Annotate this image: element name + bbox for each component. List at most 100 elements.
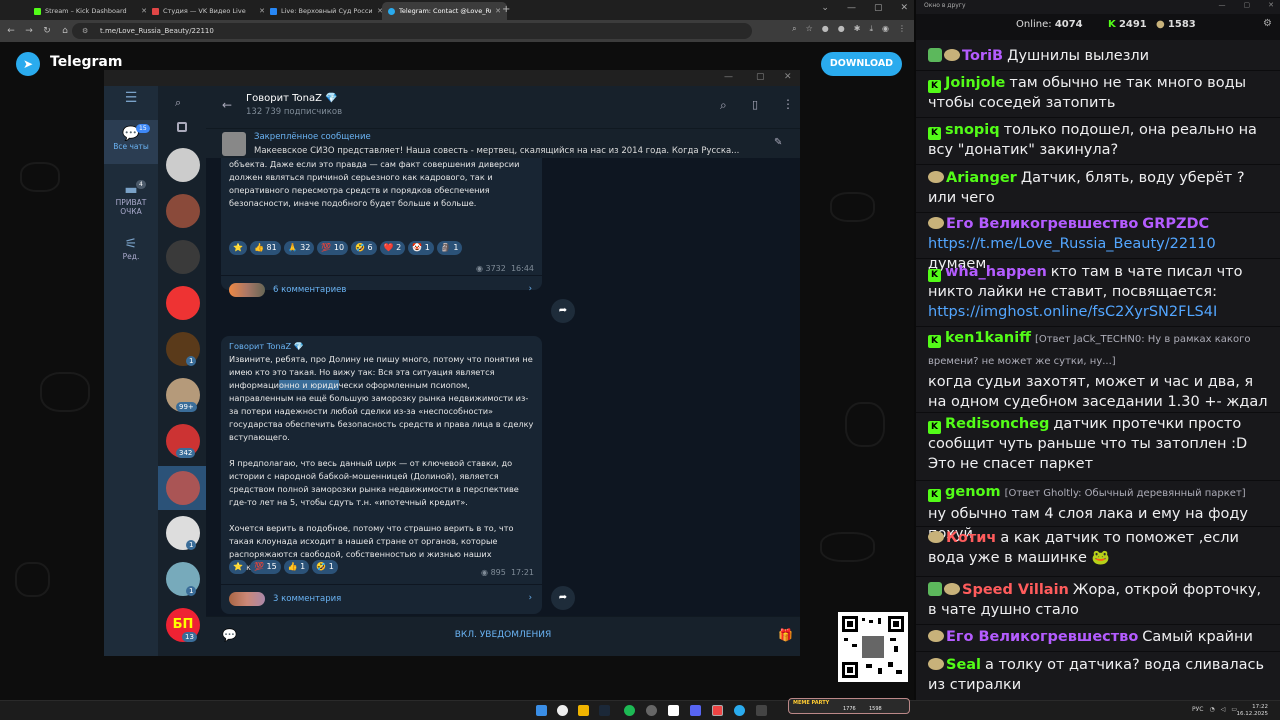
chat-username[interactable]: Speed Villain [962, 582, 1069, 598]
reaction-chip[interactable]: 💯 10 [317, 241, 349, 255]
chat-username[interactable]: ken1kaniff [945, 330, 1031, 346]
maximize-icon[interactable]: ▢ [874, 3, 883, 13]
language-indicator[interactable]: РУС [1192, 706, 1203, 713]
minimize-icon[interactable]: — [847, 3, 856, 13]
site-info-icon[interactable]: ⚙ [82, 23, 88, 39]
chat-username[interactable]: Arianger [946, 170, 1017, 186]
folder-edit[interactable]: ⚟ Ред. [104, 232, 158, 268]
downloads-icon[interactable]: ⤓ [869, 24, 873, 34]
reaction-chip[interactable]: ⭐ [229, 560, 247, 574]
chat-avatar[interactable] [166, 194, 200, 228]
download-button[interactable]: DOWNLOAD [821, 52, 902, 76]
minimize-icon[interactable]: — [724, 72, 733, 82]
chat-avatar[interactable] [166, 286, 200, 320]
discord-icon[interactable] [690, 705, 701, 716]
reaction-chip[interactable]: 🤡 1 [408, 241, 434, 255]
reaction-chip[interactable]: 👍 1 [283, 560, 310, 574]
archive-icon[interactable] [177, 122, 187, 132]
tab-telegram[interactable]: Telegram: Contact @Love_Russ...✕ [382, 2, 507, 20]
extensions-puzzle-icon[interactable]: ✱ [854, 24, 861, 34]
chrome-icon[interactable] [557, 705, 568, 716]
tab-vk-live[interactable]: Live: Верховный Суд Российс...✕ [264, 2, 389, 20]
search-icon[interactable]: ⌕ [175, 96, 181, 110]
comments-link[interactable]: 3 комментария › [221, 584, 542, 612]
folder-all-chats[interactable]: 💬 Все чаты 15 [104, 120, 158, 164]
chat-username[interactable]: Его Великогревшество [946, 629, 1138, 645]
reload-icon[interactable]: ↻ [40, 26, 54, 36]
close-icon[interactable]: ✕ [784, 72, 792, 82]
settings-icon[interactable]: ⚙ [1263, 18, 1272, 29]
folder-private[interactable]: ▬ ПРИВАТ ОЧКА 4 [104, 176, 158, 220]
tab-search-icon[interactable]: ⌄ [821, 3, 829, 13]
chat-link[interactable]: https://t.me/Love_Russia_Beauty/22110 [928, 236, 1216, 252]
chat-username[interactable]: ToriB [962, 48, 1003, 64]
start-windows-icon[interactable] [536, 705, 547, 716]
more-menu-icon[interactable]: ⋮ [782, 97, 794, 111]
spotify-icon[interactable] [624, 705, 635, 716]
extension-icon[interactable]: ● [838, 24, 845, 34]
chat-avatar[interactable] [166, 240, 200, 274]
reaction-chip[interactable]: 🤣 6 [351, 241, 377, 255]
bookmark-star-icon[interactable]: ☆ [806, 24, 813, 34]
app-icon[interactable] [712, 705, 723, 716]
pin-list-icon[interactable]: ✎ [774, 137, 782, 148]
chat-link[interactable]: https://imghost.online/fsC2XyrSN2FLS4I [928, 304, 1217, 320]
chat-username[interactable]: genom [945, 484, 1001, 500]
app-icon[interactable] [756, 705, 767, 716]
gift-icon[interactable]: 🎁 [778, 628, 793, 642]
obs-icon[interactable] [646, 705, 657, 716]
wifi-icon[interactable]: ◔ [1209, 706, 1214, 713]
channel-title[interactable]: Говорит TonaZ 💎 [246, 93, 338, 104]
minimize-icon[interactable]: — [1219, 1, 1226, 9]
share-button[interactable]: ➦ [551, 586, 575, 610]
close-icon[interactable]: ✕ [495, 7, 501, 15]
reaction-chip[interactable]: 💯 15 [249, 560, 281, 574]
profile-icon[interactable]: ◉ [882, 24, 889, 34]
chat-username[interactable]: Его Великогревшество [946, 216, 1138, 232]
maximize-icon[interactable]: ▢ [756, 72, 765, 82]
menu-icon[interactable]: ⋮ [898, 24, 906, 34]
comments-link[interactable]: 6 комментариев › [221, 275, 542, 303]
share-button[interactable]: ➦ [551, 299, 575, 323]
reaction-chip[interactable]: ❤️ 2 [379, 241, 406, 255]
file-explorer-icon[interactable] [578, 705, 589, 716]
chat-avatar[interactable] [166, 148, 200, 182]
selected-chat[interactable] [158, 466, 206, 510]
address-bar[interactable]: ⚙ t.me/Love_Russia_Beauty/22110 [72, 23, 752, 39]
forward-icon[interactable]: → [22, 26, 36, 36]
chat-username[interactable]: wha_happen [945, 264, 1047, 280]
pinned-message[interactable]: Закреплённое сообщение Макеевское СИЗО п… [206, 128, 800, 158]
reaction-chip[interactable]: 👍 81 [249, 241, 281, 255]
reply-quote[interactable]: [Ответ Gholtly: Обычный деревянный парке… [1005, 488, 1246, 499]
sidebar-toggle-icon[interactable]: ▯ [752, 98, 758, 111]
reaction-chip[interactable]: ⭐ [229, 241, 247, 255]
reaction-chip[interactable]: 🙏 32 [283, 241, 315, 255]
close-window-icon[interactable]: ✕ [900, 3, 908, 13]
post-author[interactable]: Говорит TonaZ 💎 [221, 336, 542, 353]
extension-icon[interactable]: ● [822, 24, 829, 34]
maximize-icon[interactable]: ▢ [1244, 1, 1251, 9]
zoom-icon[interactable]: ⌕ [792, 24, 796, 34]
tab-kick[interactable]: Stream – Kick Dashboard ✕ [28, 2, 153, 20]
chat-username[interactable]: Котич [946, 530, 996, 546]
home-icon[interactable]: ⌂ [58, 26, 72, 36]
back-arrow-icon[interactable]: ← [222, 98, 232, 112]
clock[interactable]: 17:22 16.12.2025 [1237, 704, 1269, 718]
chat-username[interactable]: snopiq [945, 122, 1000, 138]
chat-username[interactable]: Joinjole [945, 75, 1005, 91]
chat-username[interactable]: Seal [946, 657, 981, 673]
telegram-icon[interactable] [734, 705, 745, 716]
search-icon[interactable]: ⌕ [720, 98, 727, 113]
tab-vk-studio[interactable]: Студия — VK Видео Live ✕ [146, 2, 271, 20]
chat-username[interactable]: Redisoncheg [945, 416, 1049, 432]
steam-icon[interactable] [599, 705, 610, 716]
volume-icon[interactable]: ◁ [1221, 706, 1226, 713]
close-window-icon[interactable]: ✕ [1268, 1, 1274, 9]
unmute-button[interactable]: ВКЛ. УВЕДОМЛЕНИЯ [206, 630, 800, 640]
back-icon[interactable]: ← [4, 26, 18, 36]
app-icon[interactable] [668, 705, 679, 716]
reaction-chip[interactable]: 🤣 1 [312, 560, 338, 574]
reaction-chip[interactable]: 🗿 1 [436, 241, 463, 255]
menu-icon[interactable]: ☰ [104, 86, 158, 108]
new-tab-button[interactable]: + [502, 4, 510, 15]
